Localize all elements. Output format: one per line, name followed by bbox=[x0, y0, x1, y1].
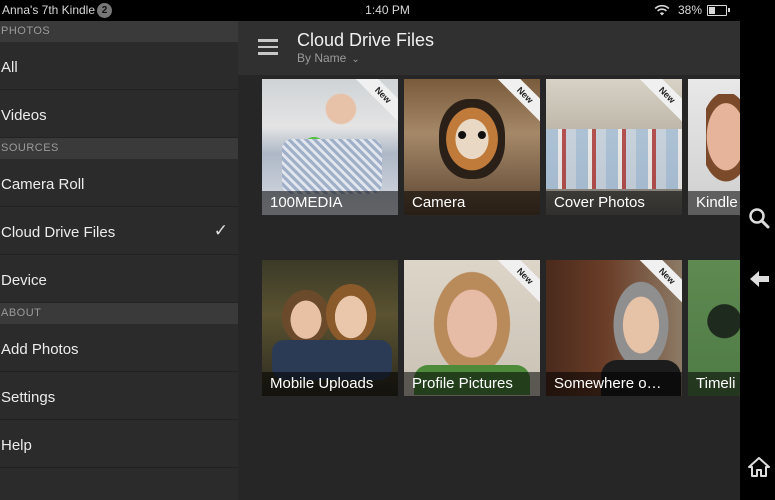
hamburger-menu-icon[interactable] bbox=[258, 39, 278, 55]
section-header-about: ABOUT bbox=[0, 303, 238, 324]
sort-dropdown[interactable]: By Name ⌄ bbox=[297, 51, 360, 65]
folder-tile-somewhere[interactable]: New Somewhere o… bbox=[546, 260, 682, 396]
sidebar-item-label: Settings bbox=[1, 389, 56, 406]
app-bar: Cloud Drive Files By Name ⌄ bbox=[238, 21, 740, 75]
sidebar-item-all[interactable]: All bbox=[0, 42, 238, 90]
folder-tile-kindle[interactable]: Kindle bbox=[688, 79, 740, 215]
folder-tile-timeline[interactable]: Timeli bbox=[688, 260, 740, 396]
main-content: Cloud Drive Files By Name ⌄ New 100MEDIA … bbox=[238, 21, 740, 500]
folder-name: Mobile Uploads bbox=[262, 372, 398, 396]
sidebar-item-label: Device bbox=[1, 272, 47, 289]
folder-name: 100MEDIA bbox=[262, 191, 398, 215]
chevron-down-icon: ⌄ bbox=[351, 54, 360, 65]
checkmark-icon: ✓ bbox=[213, 221, 228, 240]
sidebar-item-help[interactable]: Help bbox=[0, 420, 238, 468]
folder-tile-profile-pictures[interactable]: New Profile Pictures bbox=[404, 260, 540, 396]
folder-name: Camera bbox=[404, 191, 540, 215]
status-bar: Anna's 7th Kindle 2 1:40 PM 38% bbox=[0, 0, 740, 21]
folder-tile-camera[interactable]: New Camera bbox=[404, 79, 540, 215]
wifi-icon bbox=[654, 4, 670, 16]
folder-name: Kindle bbox=[688, 191, 740, 215]
sidebar-item-label: Add Photos bbox=[1, 341, 79, 358]
sidebar-item-settings[interactable]: Settings bbox=[0, 372, 238, 420]
system-nav-bar bbox=[740, 0, 775, 500]
sidebar-item-add-photos[interactable]: Add Photos bbox=[0, 324, 238, 372]
folder-tile-100media[interactable]: New 100MEDIA bbox=[262, 79, 398, 215]
sort-value: By Name bbox=[297, 51, 347, 65]
sidebar-item-label: All bbox=[1, 59, 18, 76]
sidebar-item-camera-roll[interactable]: Camera Roll bbox=[0, 159, 238, 207]
folder-name: Profile Pictures bbox=[404, 372, 540, 396]
sidebar-item-label: Help bbox=[1, 437, 32, 454]
sidebar-item-label: Cloud Drive Files bbox=[1, 224, 116, 241]
battery-percentage: 38% bbox=[678, 3, 703, 17]
sidebar-item-videos[interactable]: Videos bbox=[0, 90, 238, 138]
page-title: Cloud Drive Files bbox=[297, 30, 435, 50]
sidebar-item-cloud-drive-files[interactable]: Cloud Drive Files ✓ bbox=[0, 207, 238, 255]
section-header-sources: SOURCES bbox=[0, 138, 238, 159]
folder-tile-cover-photos[interactable]: New Cover Photos bbox=[546, 79, 682, 215]
home-icon[interactable] bbox=[748, 456, 770, 478]
sidebar-item-label: Camera Roll bbox=[1, 176, 85, 193]
folder-name: Somewhere o… bbox=[546, 372, 682, 396]
section-header-photos: PHOTOS bbox=[0, 21, 238, 42]
back-arrow-icon[interactable] bbox=[748, 268, 770, 290]
battery-icon bbox=[707, 5, 730, 16]
folder-name: Cover Photos bbox=[546, 191, 682, 215]
sidebar-item-label: Videos bbox=[1, 107, 47, 124]
sidebar-item-device[interactable]: Device bbox=[0, 255, 238, 303]
sidebar: PHOTOS All Videos SOURCES Camera Roll Cl… bbox=[0, 21, 238, 500]
folder-tile-mobile-uploads[interactable]: Mobile Uploads bbox=[262, 260, 398, 396]
folder-name: Timeli bbox=[688, 372, 740, 396]
search-icon[interactable] bbox=[748, 207, 770, 229]
